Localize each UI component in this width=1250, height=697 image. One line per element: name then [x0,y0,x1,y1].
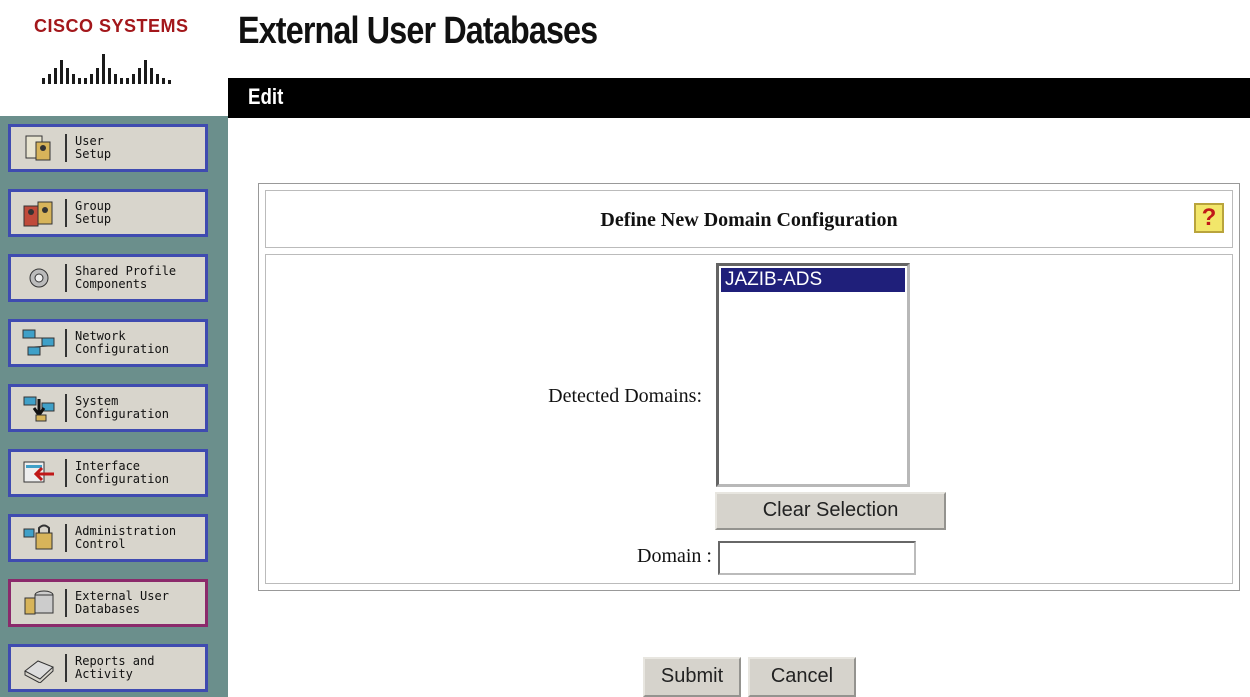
sidebar-item-network-config[interactable]: Network Configuration [8,319,208,367]
sidebar-item-label: User Setup [75,134,112,161]
domain-input[interactable] [718,541,916,575]
domain-config-panel: Define New Domain Configuration ? Detect… [258,183,1240,591]
panel-header: Define New Domain Configuration ? [265,190,1233,248]
group-setup-icon [19,196,59,230]
cisco-logo: CISCO SYSTEMS [18,8,213,98]
sidebar-item-label: Shared Profile Components [75,264,177,291]
detected-domains-label: Detected Domains: [548,385,702,407]
sidebar-item-label: Reports and Activity [75,654,155,681]
sidebar-item-user-setup[interactable]: User Setup [8,124,208,172]
help-icon[interactable]: ? [1194,203,1224,233]
reports-icon [19,651,59,685]
domain-option[interactable]: JAZIB-ADS [721,268,905,292]
divider [65,459,67,487]
sidebar-item-label: Network Configuration [75,329,169,356]
divider [65,134,67,162]
divider [65,394,67,422]
edit-bar: Edit [228,78,1250,118]
domain-label: Domain : [637,545,712,567]
panel-title: Define New Domain Configuration [600,209,898,231]
cancel-button[interactable]: Cancel [748,657,856,697]
user-setup-icon [19,131,59,165]
interface-config-icon [19,456,59,490]
system-config-icon [19,391,59,425]
divider [65,264,67,292]
network-config-icon [19,326,59,360]
sidebar-item-external-db[interactable]: External User Databases [8,579,208,627]
sidebar-item-label: System Configuration [75,394,169,421]
cisco-bridge-icon [42,54,171,84]
sidebar-item-reports[interactable]: Reports and Activity [8,644,208,692]
sidebar-item-label: External User Databases [75,589,169,616]
sidebar-item-shared-profile[interactable]: Shared Profile Components [8,254,208,302]
sidebar-item-label: Interface Configuration [75,459,169,486]
sidebar-item-admin-control[interactable]: Administration Control [8,514,208,562]
detected-domains-listbox[interactable]: JAZIB-ADS [716,263,910,487]
sidebar-item-system-config[interactable]: System Configuration [8,384,208,432]
divider [65,589,67,617]
divider [65,654,67,682]
sidebar-item-group-setup[interactable]: Group Setup [8,189,208,237]
submit-button[interactable]: Submit [643,657,741,697]
page-title: External User Databases [238,10,598,52]
sidebar-item-interface-config[interactable]: Interface Configuration [8,449,208,497]
divider [65,199,67,227]
shared-profile-icon [19,261,59,295]
edit-bar-label: Edit [248,84,284,109]
sidebar-item-label: Administration Control [75,524,177,551]
panel-body: Detected Domains: JAZIB-ADS Clear Select… [265,254,1233,584]
clear-selection-button[interactable]: Clear Selection [715,492,946,530]
external-db-icon [19,586,59,620]
sidebar-item-label: Group Setup [75,199,112,226]
cisco-brand-text: CISCO SYSTEMS [34,16,189,36]
admin-control-icon [19,521,59,555]
divider [65,329,67,357]
divider [65,524,67,552]
